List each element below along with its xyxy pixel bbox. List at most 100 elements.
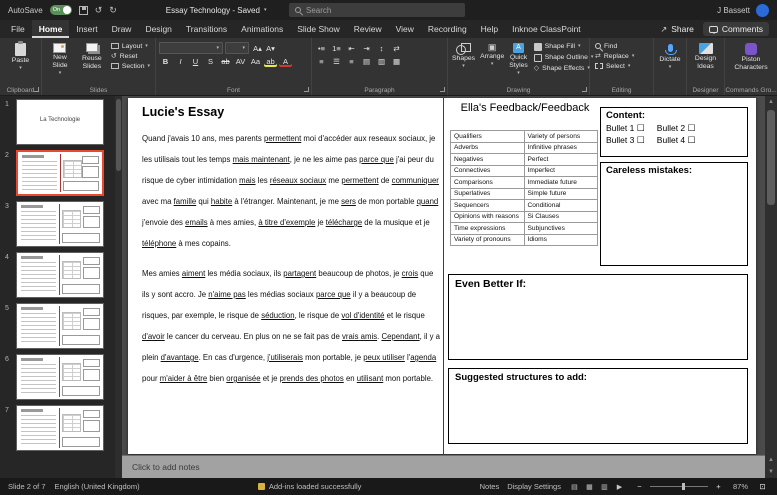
align-left-button[interactable]: ≡ (315, 55, 328, 67)
slide-counter[interactable]: Slide 2 of 7 (8, 482, 46, 491)
content-box[interactable]: Content: Bullet 1 ☐ Bullet 2 ☐ Bullet 3 ☐ B… (600, 107, 748, 157)
columns-button[interactable]: ▥ (375, 55, 388, 67)
layout-button[interactable]: Layout ▾ (109, 41, 152, 51)
indent-increase-button[interactable]: ⇥ (360, 42, 373, 54)
suggested-structures-box[interactable]: Suggested structures to add: (448, 368, 748, 444)
language-status[interactable]: English (United Kingdom) (55, 482, 140, 491)
autosave-toggle[interactable]: On (49, 5, 72, 15)
feedback-table-cell[interactable]: Comparisons (450, 176, 525, 189)
feedback-table-cell[interactable]: Qualifiers (450, 130, 525, 143)
font-size-select[interactable]: ▾ (225, 42, 249, 54)
change-case-button[interactable]: Aa (249, 55, 262, 67)
feedback-table-cell[interactable]: Adverbs (450, 141, 525, 154)
slide-sorter-view-button[interactable]: ▦ (584, 481, 595, 492)
feedback-table-cell[interactable]: Sequencers (450, 199, 525, 212)
feedback-table-cell[interactable]: Infinitive phrases (523, 141, 598, 154)
slide-thumbnail-3[interactable]: 3 (0, 198, 122, 249)
add-in-status[interactable]: Add-ins loaded successfully (269, 482, 362, 491)
replace-button[interactable]: ⇄ Replace ▾ (593, 51, 650, 61)
normal-view-button[interactable]: ▤ (569, 481, 580, 492)
feedback-table-cell[interactable]: Perfect (523, 153, 598, 166)
tab-file[interactable]: File (4, 20, 32, 38)
essay-body[interactable]: Quand j'avais 10 ans, mes parents permet… (142, 128, 440, 389)
feedback-table-cell[interactable]: Immediate future (523, 176, 598, 189)
find-button[interactable]: Find (593, 41, 650, 51)
bold-button[interactable]: B (159, 55, 172, 67)
notes-pane[interactable]: Click to add notes (122, 455, 765, 478)
design-ideas-button[interactable]: Design Ideas (690, 41, 721, 73)
feedback-table-cell[interactable]: Simple future (523, 187, 598, 200)
dialog-launcher-icon[interactable] (582, 87, 587, 92)
redo-icon[interactable]: ↻ (109, 5, 117, 15)
font-color-button[interactable]: A (279, 55, 292, 67)
slide-thumbnail-5[interactable]: 5 (0, 300, 122, 351)
save-icon[interactable] (78, 5, 88, 15)
tab-view[interactable]: View (389, 20, 421, 38)
shrink-font-button[interactable]: A▾ (264, 42, 277, 54)
shadow-button[interactable]: S (204, 55, 217, 67)
tab-animations[interactable]: Animations (234, 20, 290, 38)
reuse-slides-button[interactable]: Reuse Slides (77, 41, 107, 78)
comments-button[interactable]: Comments (702, 22, 769, 36)
fit-to-window-icon[interactable]: ⊡ (756, 481, 769, 493)
display-settings-button[interactable]: Display Settings (507, 482, 561, 491)
line-spacing-button[interactable]: ↕ (375, 42, 388, 54)
feedback-table-cell[interactable]: Negatives (450, 153, 525, 166)
undo-icon[interactable]: ↺ (95, 5, 103, 15)
shape-fill-button[interactable]: Shape Fill ▾ (532, 41, 596, 52)
zoom-slider[interactable] (649, 483, 708, 490)
user-name[interactable]: J Bassett (717, 6, 750, 15)
scroll-up-icon[interactable]: ▲ (765, 96, 777, 108)
highlight-color-button[interactable]: ab (264, 55, 277, 67)
zoom-out-button[interactable]: − (633, 481, 646, 493)
shape-outline-button[interactable]: Shape Outline ▾ (532, 52, 596, 63)
checkbox-icon[interactable]: ☐ (637, 123, 645, 133)
feedback-table-cell[interactable]: Variety of pronouns (450, 233, 525, 246)
tab-inknoe-classpoint[interactable]: Inknoe ClassPoint (505, 20, 588, 38)
font-name-select[interactable]: ▾ (159, 42, 223, 54)
tab-help[interactable]: Help (474, 20, 505, 38)
feedback-table-cell[interactable]: Superlatives (450, 187, 525, 200)
new-slide-button[interactable]: New Slide ▾ (45, 41, 75, 78)
feedback-table-cell[interactable]: Subjunctives (523, 222, 598, 235)
slide-thumbnail-4[interactable]: 4 (0, 249, 122, 300)
checkbox-icon[interactable]: ☐ (688, 123, 696, 133)
tab-design[interactable]: Design (138, 20, 178, 38)
indent-decrease-button[interactable]: ⇤ (345, 42, 358, 54)
checkbox-icon[interactable]: ☐ (637, 135, 645, 145)
tab-draw[interactable]: Draw (105, 20, 139, 38)
text-direction-button[interactable]: ⇄ (390, 42, 403, 54)
feedback-table-cell[interactable]: Si Clauses (523, 210, 598, 223)
previous-slide-button[interactable]: ▲ (765, 454, 777, 466)
feedback-table-cell[interactable]: Idioms (523, 233, 598, 246)
select-button[interactable]: Select ▾ (593, 61, 650, 71)
feedback-table-cell[interactable]: Variety of persons (523, 130, 598, 143)
document-title[interactable]: Essay Technology - Saved ▾ (166, 6, 267, 15)
grow-font-button[interactable]: A▴ (251, 42, 264, 54)
slideshow-view-button[interactable]: ▶ (614, 481, 625, 492)
convert-to-smartart-button[interactable]: ▦ (390, 55, 403, 67)
notes-toggle-button[interactable]: Notes (480, 482, 500, 491)
next-slide-button[interactable]: ▼ (765, 466, 777, 478)
feedback-table-cell[interactable]: Imperfect (523, 164, 598, 177)
careless-mistakes-box[interactable]: Careless mistakes: (600, 162, 748, 266)
underline-button[interactable]: U (189, 55, 202, 67)
strikethrough-button[interactable]: ab (219, 55, 232, 67)
shapes-button[interactable]: Shapes ▾ (451, 41, 476, 78)
zoom-level[interactable]: 87% (733, 482, 748, 491)
thumbnail-scrollbar[interactable] (115, 96, 122, 478)
justify-button[interactable]: ▤ (360, 55, 373, 67)
character-spacing-button[interactable]: AV (234, 55, 247, 67)
slide-editor[interactable]: Lucie's Essay Quand j'avais 10 ans, mes … (128, 98, 756, 454)
arrange-button[interactable]: ▣ Arrange ▾ (479, 41, 505, 78)
section-button[interactable]: Section ▾ (109, 61, 152, 71)
even-better-if-box[interactable]: Even Better If: (448, 274, 748, 360)
feedback-table[interactable]: Qualifiers Variety of persons Adverbs Infin… (450, 130, 598, 246)
checkbox-icon[interactable]: ☐ (688, 135, 696, 145)
reset-button[interactable]: ↺ Reset (109, 51, 152, 61)
search-input[interactable]: Search (289, 3, 465, 17)
dialog-launcher-icon[interactable] (34, 87, 39, 92)
tab-insert[interactable]: Insert (69, 20, 104, 38)
align-center-button[interactable]: ☰ (330, 55, 343, 67)
tab-slide-show[interactable]: Slide Show (290, 20, 347, 38)
